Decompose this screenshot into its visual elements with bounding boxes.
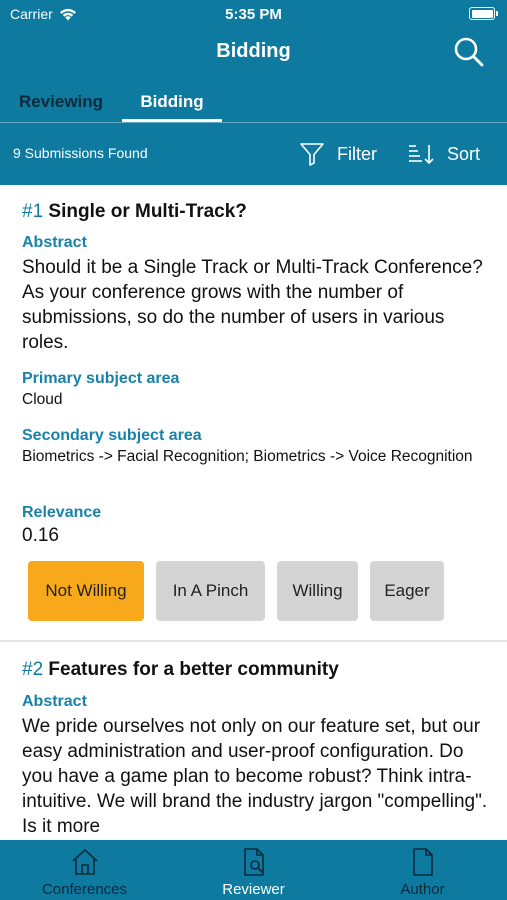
abstract-label: Abstract [22,693,87,710]
secondary-subject-value: Biometrics -> Facial Recognition; Biomet… [22,448,473,465]
submission-title-text: Single or Multi-Track? [48,201,247,222]
bid-eager-button[interactable]: Eager [370,561,444,621]
primary-subject-value: Cloud [22,391,63,408]
bid-label: Willing [292,581,343,600]
house-icon [71,849,98,875]
bottom-tab-bar: Conferences Reviewer Author [0,840,507,900]
relevance-label: Relevance [22,504,102,521]
bid-label: In A Pinch [172,581,249,600]
primary-subject-label: Primary subject area [22,370,180,387]
tab-conferences[interactable]: Conferences [0,840,169,900]
card-divider [0,640,507,642]
status-bar: Carrier 5:35 PM [0,0,507,28]
tab-author[interactable]: Author [338,840,507,900]
tab-reviewer[interactable]: Reviewer [169,840,338,900]
document-icon [412,848,433,876]
tab-reviewer-label: Reviewer [222,881,285,898]
segment-tabs: Reviewing Bidding [0,86,507,122]
filter-label: Filter [337,143,377,164]
top-bar: Carrier 5:35 PM Bidding Reviewing Biddin… [0,0,507,185]
submissions-count: 9 Submissions Found [13,145,148,161]
bid-in-a-pinch-button[interactable]: In A Pinch [156,561,265,621]
tab-author-label: Author [400,881,445,898]
search-icon[interactable] [453,36,485,68]
tab-conferences-label: Conferences [41,881,128,898]
filter-button[interactable]: Filter [299,139,377,169]
tab-reviewing-label: Reviewing [18,92,104,111]
filter-icon [300,143,324,166]
filter-bar: 9 Submissions Found Filter Sort [0,123,507,185]
tab-bidding-label: Bidding [140,92,204,111]
submission-title: #1 Single or Multi-Track? [22,201,247,223]
status-time: 5:35 PM [225,6,282,23]
relevance-value: 0.16 [22,525,59,546]
sort-label: Sort [447,143,481,164]
bid-label: Eager [384,581,430,600]
submission-number: #2 [22,659,44,680]
bid-not-willing-button[interactable]: Not Willing [28,561,144,621]
sort-button[interactable]: Sort [407,139,480,169]
abstract-label: Abstract [22,234,87,251]
sort-icon [409,145,434,165]
submission-title: #2 Features for a better community [22,659,339,681]
submission-list[interactable]: #1 Single or Multi-Track? Abstract Shoul… [0,185,507,840]
abstract-text: Should it be a Single Track or Multi-Tra… [22,257,483,353]
submission-title-text: Features for a better community [48,659,339,680]
abstract-text: We pride ourselves not only on our featu… [22,716,488,837]
battery-icon [469,7,498,20]
tab-reviewing[interactable]: Reviewing [10,86,112,122]
document-search-icon [243,848,264,876]
submission-number: #1 [22,201,44,222]
page-title: Bidding [216,40,291,62]
submission-card: #1 Single or Multi-Track? Abstract Shoul… [0,185,507,641]
tab-bidding[interactable]: Bidding [122,86,222,122]
bid-label: Not Willing [45,581,127,600]
bid-willing-button[interactable]: Willing [277,561,358,621]
secondary-subject-label: Secondary subject area [22,427,202,444]
